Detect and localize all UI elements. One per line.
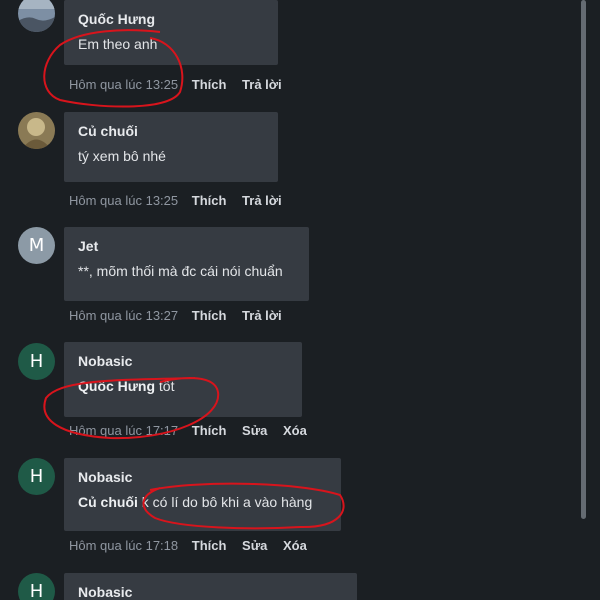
- comment-timestamp[interactable]: Hôm qua lúc 17:17: [69, 423, 178, 438]
- comment-text: Củ chuối k có lí do bô khi a vào hàng: [78, 494, 327, 511]
- mention-link[interactable]: Quốc Hưng: [78, 378, 155, 394]
- comment-meta: Hôm qua lúc 13:27 Thích Trả lời: [69, 308, 294, 324]
- comment-meta: Hôm qua lúc 17:18 Thích Sửa Xóa: [69, 538, 319, 554]
- like-button[interactable]: Thích: [192, 308, 227, 323]
- comment-text-body: k có lí do bô khi a vào hàng: [137, 494, 313, 510]
- comment-timestamp[interactable]: Hôm qua lúc 13:25: [69, 77, 178, 92]
- comment-timestamp[interactable]: Hôm qua lúc 13:25: [69, 193, 178, 208]
- avatar[interactable]: [18, 112, 55, 149]
- comment-bubble: Nobasic: [64, 573, 357, 600]
- avatar[interactable]: [18, 0, 55, 32]
- avatar[interactable]: H: [18, 573, 55, 600]
- comment-text: tý xem bô nhé: [78, 148, 166, 164]
- avatar[interactable]: M: [18, 227, 55, 264]
- comment-author[interactable]: Nobasic: [78, 353, 288, 370]
- reply-button[interactable]: Trả lời: [242, 308, 282, 323]
- like-button[interactable]: Thích: [192, 193, 227, 208]
- comment-author[interactable]: Jet: [78, 238, 295, 255]
- comment-author[interactable]: Quốc Hưng: [78, 11, 264, 28]
- comment-meta: Hôm qua lúc 13:25 Thích Trả lời: [69, 193, 294, 209]
- comment-bubble: Nobasic Quốc Hưng tốt: [64, 342, 302, 417]
- comment-meta: Hôm qua lúc 17:17 Thích Sửa Xóa: [69, 423, 319, 439]
- comment-bubble: Quốc Hưng Em theo anh: [64, 0, 278, 65]
- comment-text: Em theo anh: [78, 36, 158, 52]
- comment-thread: Quốc Hưng Em theo anh Hôm qua lúc 13:25 …: [0, 0, 600, 600]
- comment-text: Quốc Hưng tốt: [78, 378, 288, 395]
- comment-author[interactable]: Củ chuối: [78, 123, 264, 140]
- reply-button[interactable]: Trả lời: [242, 193, 282, 208]
- edit-button[interactable]: Sửa: [242, 423, 267, 438]
- mention-link[interactable]: Củ chuối: [78, 494, 138, 510]
- comment-meta: Hôm qua lúc 13:25 Thích Trả lời: [69, 77, 294, 93]
- comment-timestamp[interactable]: Hôm qua lúc 17:18: [69, 538, 178, 553]
- comment-text: **, mõm thối mà đc cái nói chuẩn: [78, 263, 283, 279]
- comment-author[interactable]: Nobasic: [78, 469, 327, 486]
- comment-text-body: tốt: [155, 378, 175, 394]
- avatar[interactable]: H: [18, 458, 55, 495]
- comment-bubble: Củ chuối tý xem bô nhé: [64, 112, 278, 182]
- landscape-photo-avatar-icon: [18, 0, 55, 32]
- edit-button[interactable]: Sửa: [242, 538, 267, 553]
- scrollbar-thumb[interactable]: [581, 0, 586, 519]
- delete-button[interactable]: Xóa: [283, 423, 307, 438]
- like-button[interactable]: Thích: [192, 423, 227, 438]
- delete-button[interactable]: Xóa: [283, 538, 307, 553]
- reply-button[interactable]: Trả lời: [242, 77, 282, 92]
- photo-avatar-icon: [18, 112, 55, 149]
- like-button[interactable]: Thích: [192, 77, 227, 92]
- like-button[interactable]: Thích: [192, 538, 227, 553]
- comment-author[interactable]: Nobasic: [78, 584, 343, 600]
- comment-timestamp[interactable]: Hôm qua lúc 13:27: [69, 308, 178, 323]
- comment-bubble: Nobasic Củ chuối k có lí do bô khi a vào…: [64, 458, 341, 531]
- comment-bubble: Jet **, mõm thối mà đc cái nói chuẩn: [64, 227, 309, 301]
- avatar[interactable]: H: [18, 343, 55, 380]
